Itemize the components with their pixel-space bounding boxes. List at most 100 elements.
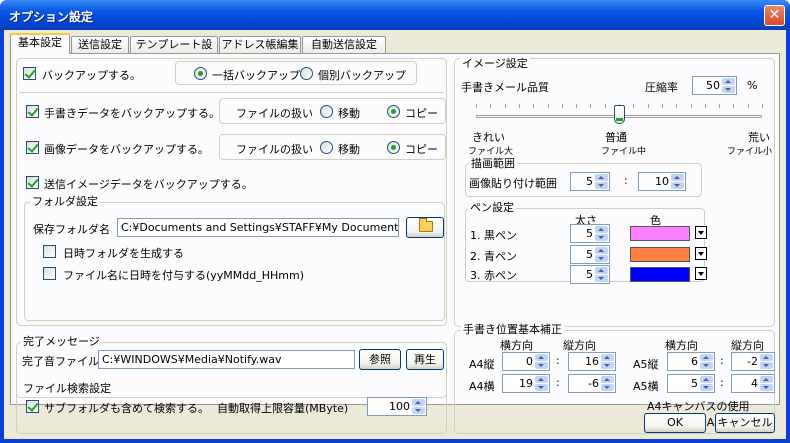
rough-label: 荒い [748,131,770,144]
a4-landscape-v-stepper[interactable]: -6 [568,374,616,393]
spin-icon[interactable] [412,399,425,414]
cancel-button[interactable]: キャンセル [715,413,775,433]
pen-color-swatch[interactable] [630,267,690,282]
a5-vertical-header: 縦方向 [731,339,764,352]
image-move-radio[interactable] [320,141,333,154]
draw-range-group: 描画範囲 画像貼り付け範囲 5 : 10 [465,158,702,197]
subfolder-search-checkbox[interactable] [26,400,39,413]
image-copy-radio[interactable] [387,141,400,154]
title-bar[interactable]: オプション設定 ✕ [0,0,790,30]
backup-label: バックアップする。 [42,69,141,82]
batch-backup-radio[interactable] [194,67,207,80]
pen-thickness-stepper[interactable]: 5 [570,245,610,264]
browse-folder-button[interactable] [406,217,444,238]
send-image-backup-checkbox[interactable] [26,176,39,189]
close-button[interactable]: ✕ [764,5,785,26]
a4-portrait-v-value: 16 [585,355,599,368]
auto-limit-stepper[interactable]: 100 [367,397,427,416]
a4-portrait-h-stepper[interactable]: 0 [502,352,550,371]
spin-icon[interactable] [700,376,713,391]
tab-auto-send[interactable]: 自動送信設定 [302,36,386,53]
ok-button[interactable]: OK [644,413,706,433]
paste-range-b-stepper[interactable]: 10 [638,172,686,191]
paste-range-label: 画像貼り付け範囲 [469,177,557,190]
slider-tick [548,104,549,108]
save-folder-input[interactable]: C:¥Documents and Settings¥STAFF¥My Docum… [117,218,399,237]
date-folder-label: 日時フォルダを生成する [63,247,184,260]
spin-icon[interactable] [595,247,608,262]
a4-portrait-v-stepper[interactable]: 16 [568,352,616,371]
a5-portrait-v-stepper[interactable]: -2 [731,352,775,371]
handwrite-move-radio[interactable] [320,105,333,118]
quality-slider-thumb[interactable] [614,105,625,124]
completion-message-label: 完了メッセージ [21,335,102,348]
handwrite-copy-radio[interactable] [387,105,400,118]
tab-basic[interactable]: 基本設定 [10,33,70,54]
spin-icon[interactable] [535,354,548,369]
slider-tick [676,104,677,108]
rough-sub-label: ファイル小 [727,147,773,157]
slider-tick [533,104,534,108]
backup-checkbox[interactable] [23,67,36,80]
window-title: オプション設定 [9,10,94,24]
position-correction-label: 手書き位置基本補正 [461,323,564,336]
a5-landscape-h-stepper[interactable]: 5 [667,374,715,393]
pen-color-dropdown-icon[interactable] [695,247,707,260]
pen-thickness-stepper[interactable]: 5 [570,224,610,243]
pen-settings-group: ペン設定 太さ 色 1. 黒ペン 5 2. 青ペン 5 3. 赤ペン 5 [465,202,707,284]
spin-icon[interactable] [760,354,773,369]
subfolder-search-label: サブフォルダも含めて検索する。 [44,402,209,415]
spin-icon[interactable] [700,354,713,369]
tab-template[interactable]: テンプレート設定 [130,36,218,66]
spin-icon[interactable] [595,267,608,282]
pen-item-label: 1. 黒ペン [470,229,517,242]
pen-thickness-stepper[interactable]: 5 [570,265,610,284]
spin-icon[interactable] [595,226,608,241]
a5-landscape-h-value: 5 [691,377,698,390]
slider-tick [505,104,506,108]
image-backup-checkbox[interactable] [26,141,39,154]
compression-stepper[interactable]: 50 [692,76,737,95]
slider-tick [662,104,663,108]
pen-color-dropdown-icon[interactable] [695,226,707,239]
spin-icon[interactable] [535,376,548,391]
sound-file-input[interactable]: C:¥WINDOWS¥Media¥Notify.wav [98,350,355,369]
a5-portrait-h-stepper[interactable]: 6 [667,352,715,371]
browse-sound-button[interactable]: 参照 [359,349,401,370]
handwrite-backup-label: 手書きデータをバックアップする。 [44,107,220,120]
tab-send[interactable]: 送信設定 [71,36,129,53]
spin-icon[interactable] [671,174,684,189]
handwrite-backup-checkbox[interactable] [26,105,39,118]
paste-range-a-value: 5 [586,175,593,188]
spin-icon[interactable] [760,376,773,391]
pen-color-swatch[interactable] [630,247,690,262]
colon-label: : [720,354,724,367]
a4-landscape-h-stepper[interactable]: 19 [502,374,550,393]
handwrite-handling-group: ファイルの扱い 移動 コピー [219,98,446,124]
pen-thickness-value: 5 [586,227,593,240]
slider-tick [562,104,563,108]
paste-range-a-stepper[interactable]: 5 [570,172,610,191]
spin-icon[interactable] [722,78,735,93]
clean-sub-label: ファイル大 [468,147,514,157]
slider-tick [762,104,763,108]
spin-icon[interactable] [601,354,614,369]
individual-backup-radio[interactable] [300,67,313,80]
slider-tick [719,104,720,108]
play-sound-button[interactable]: 再生 [406,349,444,370]
spin-icon[interactable] [595,174,608,189]
slider-tick [705,104,706,108]
compression-label: 圧縮率 [645,81,678,94]
date-folder-checkbox[interactable] [43,245,56,258]
pen-color-dropdown-icon[interactable] [695,267,707,280]
a5-landscape-v-stepper[interactable]: 4 [731,374,775,393]
a5-portrait-label: A5縦 [633,358,659,371]
tab-address-book[interactable]: アドレス帳編集 [219,36,301,53]
backup-panel: バックアップする。 一括バックアップ 個別バックアップ 手書きデータをバックアッ… [16,58,447,326]
colon-label: : [556,376,560,389]
colon-label: : [556,354,560,367]
copy-label: コピー [405,107,438,120]
date-filename-checkbox[interactable] [43,267,56,280]
spin-icon[interactable] [601,376,614,391]
pen-color-swatch[interactable] [630,226,690,241]
